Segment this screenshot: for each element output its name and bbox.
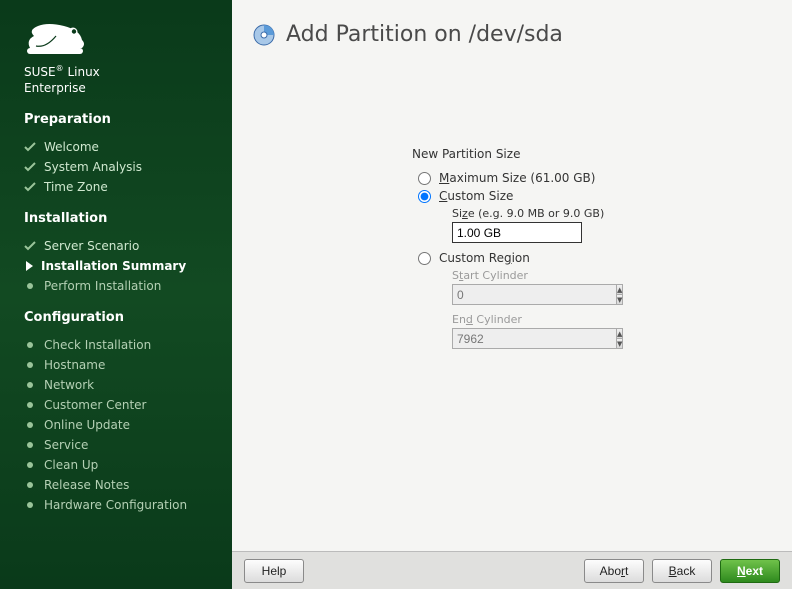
brand-line1: SUSE <box>24 65 56 79</box>
nav-label: Server Scenario <box>44 239 139 253</box>
nav-customer-center: Customer Center <box>24 395 218 415</box>
bullet-icon <box>27 402 33 408</box>
radio-maximum-size-input[interactable] <box>418 172 431 185</box>
nav-server-scenario: Server Scenario <box>24 236 218 256</box>
nav-label: Clean Up <box>44 458 98 472</box>
start-cylinder-label: Start Cylinder <box>452 269 772 282</box>
brand-logo-block: SUSE® Linux Enterprise <box>24 18 218 96</box>
custom-size-block: Size (e.g. 9.0 MB or 9.0 GB) <box>452 207 772 243</box>
bullet-icon <box>27 442 33 448</box>
nav-label: Hostname <box>44 358 105 372</box>
group-new-partition-size: New Partition Size <box>412 147 772 161</box>
spinner-buttons[interactable]: ▲▼ <box>617 284 623 305</box>
size-label: Size (e.g. 9.0 MB or 9.0 GB) <box>452 207 772 220</box>
nav-welcome: Welcome <box>24 137 218 157</box>
radio-custom-region-input[interactable] <box>418 252 431 265</box>
nav-label: Online Update <box>44 418 130 432</box>
brand-line2: Linux <box>67 65 99 79</box>
footer-bar: Help Abort Back Next <box>232 551 792 589</box>
suse-chameleon-logo <box>24 18 94 60</box>
page-header: Add Partition on /dev/sda <box>232 0 792 57</box>
nav-label: Customer Center <box>44 398 147 412</box>
help-button[interactable]: Help <box>244 559 304 583</box>
nav-label: Time Zone <box>44 180 108 194</box>
nav-label: Check Installation <box>44 338 151 352</box>
nav-label: Welcome <box>44 140 99 154</box>
bullet-icon <box>27 422 33 428</box>
end-cylinder-label: End Cylinder <box>452 313 772 326</box>
bullet-icon <box>27 342 33 348</box>
nav-system-analysis: System Analysis <box>24 157 218 177</box>
back-button[interactable]: Back <box>652 559 712 583</box>
section-installation: Installation <box>24 211 218 226</box>
check-icon <box>24 240 36 252</box>
spin-down-icon[interactable]: ▼ <box>617 339 622 348</box>
bullet-icon <box>27 482 33 488</box>
nav-hostname: Hostname <box>24 355 218 375</box>
nav-perform-installation: Perform Installation <box>24 276 218 296</box>
partition-icon <box>252 23 276 47</box>
radio-custom-region[interactable]: Custom Region <box>418 251 772 265</box>
brand-text: SUSE® Linux Enterprise <box>24 64 218 96</box>
section-configuration: Configuration <box>24 310 218 325</box>
radio-maximum-size[interactable]: Maximum Size (61.00 GB) <box>418 171 772 185</box>
nav-label: System Analysis <box>44 160 142 174</box>
bullet-icon <box>27 462 33 468</box>
nav-service: Service <box>24 435 218 455</box>
nav-network: Network <box>24 375 218 395</box>
bullet-icon <box>27 382 33 388</box>
bullet-icon <box>27 502 33 508</box>
end-cylinder-spinner[interactable]: ▲▼ <box>452 328 582 349</box>
radio-custom-size-input[interactable] <box>418 190 431 203</box>
page-title: Add Partition on /dev/sda <box>286 22 563 47</box>
bullet-icon <box>27 283 33 289</box>
radio-maximum-size-label: Maximum Size (61.00 GB) <box>439 171 595 185</box>
spin-down-icon[interactable]: ▼ <box>617 295 622 304</box>
spin-up-icon[interactable]: ▲ <box>617 329 622 339</box>
next-button[interactable]: Next <box>720 559 780 583</box>
form-body: New Partition Size Maximum Size (61.00 G… <box>232 57 792 551</box>
nav-hardware-configuration: Hardware Configuration <box>24 495 218 515</box>
start-cylinder-spinner[interactable]: ▲▼ <box>452 284 582 305</box>
installer-window: SUSE® Linux Enterprise Preparation Welco… <box>0 0 792 589</box>
brand-line3: Enterprise <box>24 81 86 95</box>
end-cylinder-input[interactable] <box>452 328 617 349</box>
radio-custom-size[interactable]: Custom Size <box>418 189 772 203</box>
nav-clean-up: Clean Up <box>24 455 218 475</box>
nav-time-zone: Time Zone <box>24 177 218 197</box>
sidebar: SUSE® Linux Enterprise Preparation Welco… <box>0 0 232 589</box>
radio-custom-region-label: Custom Region <box>439 251 530 265</box>
nav-release-notes: Release Notes <box>24 475 218 495</box>
bullet-icon <box>27 362 33 368</box>
spin-up-icon[interactable]: ▲ <box>617 285 622 295</box>
nav-label: Perform Installation <box>44 279 161 293</box>
nav-installation-summary: Installation Summary <box>24 256 218 276</box>
custom-region-block: Start Cylinder ▲▼ End Cylinder ▲▼ <box>452 269 772 349</box>
spinner-buttons[interactable]: ▲▼ <box>617 328 623 349</box>
nav-label: Hardware Configuration <box>44 498 187 512</box>
arrow-right-icon <box>26 261 33 271</box>
check-icon <box>24 161 36 173</box>
start-cylinder-input[interactable] <box>452 284 617 305</box>
section-preparation: Preparation <box>24 112 218 127</box>
main-panel: Add Partition on /dev/sda New Partition … <box>232 0 792 589</box>
radio-custom-size-label: Custom Size <box>439 189 513 203</box>
nav-label: Service <box>44 438 88 452</box>
nav-check-installation: Check Installation <box>24 335 218 355</box>
check-icon <box>24 141 36 153</box>
nav-label: Release Notes <box>44 478 129 492</box>
nav-label: Installation Summary <box>41 259 186 273</box>
size-input[interactable] <box>452 222 582 243</box>
nav-label: Network <box>44 378 94 392</box>
check-icon <box>24 181 36 193</box>
nav-online-update: Online Update <box>24 415 218 435</box>
abort-button[interactable]: Abort <box>584 559 644 583</box>
